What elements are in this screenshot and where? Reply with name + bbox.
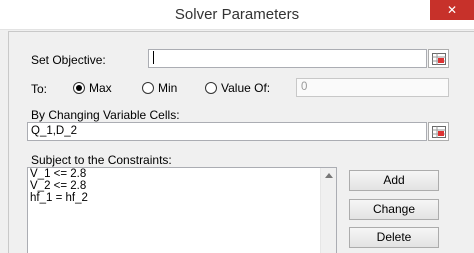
- min-radio[interactable]: Min: [142, 81, 177, 95]
- objective-range-button[interactable]: [428, 49, 449, 68]
- window-title: Solver Parameters: [174, 6, 300, 23]
- range-select-icon: [432, 53, 446, 65]
- change-button[interactable]: Change: [349, 199, 439, 220]
- to-label: To:: [31, 82, 48, 96]
- constraint-item[interactable]: V_1 <= 2.8: [28, 168, 336, 180]
- text-caret: [153, 51, 154, 65]
- changing-cells-range-button[interactable]: [428, 122, 449, 141]
- solver-dialog: Set Objective: To: Max Min Value Of: 0 B…: [8, 31, 474, 253]
- value-of-input[interactable]: 0: [296, 78, 449, 97]
- value-of-radio-dot: [205, 82, 217, 94]
- min-radio-dot: [142, 82, 154, 94]
- set-objective-label: Set Objective:: [31, 53, 106, 67]
- scroll-up-arrow-icon[interactable]: [321, 168, 336, 183]
- constraints-list[interactable]: V_1 <= 2.8 V_2 <= 2.8 hf_1 = hf_2: [27, 167, 337, 253]
- max-radio[interactable]: Max: [73, 81, 112, 95]
- range-select-icon: [432, 126, 446, 138]
- constraint-item[interactable]: hf_1 = hf_2: [28, 192, 336, 204]
- delete-button[interactable]: Delete: [349, 227, 439, 248]
- constraints-scrollbar[interactable]: [320, 168, 336, 253]
- value-of-radio[interactable]: Value Of:: [205, 81, 270, 95]
- objective-input[interactable]: [148, 49, 427, 68]
- value-of-label: Value Of:: [221, 81, 271, 95]
- add-button[interactable]: Add: [349, 170, 439, 191]
- changing-cells-input[interactable]: Q_1,D_2: [27, 122, 427, 141]
- changing-cells-label: By Changing Variable Cells:: [31, 108, 180, 122]
- min-label: Min: [158, 81, 178, 95]
- max-radio-dot: [73, 82, 85, 94]
- max-label: Max: [89, 81, 112, 95]
- constraints-label: Subject to the Constraints:: [31, 153, 172, 167]
- close-button[interactable]: ✕: [430, 0, 474, 20]
- constraint-item[interactable]: V_2 <= 2.8: [28, 180, 336, 192]
- title-bar: Solver Parameters ✕: [0, 0, 474, 30]
